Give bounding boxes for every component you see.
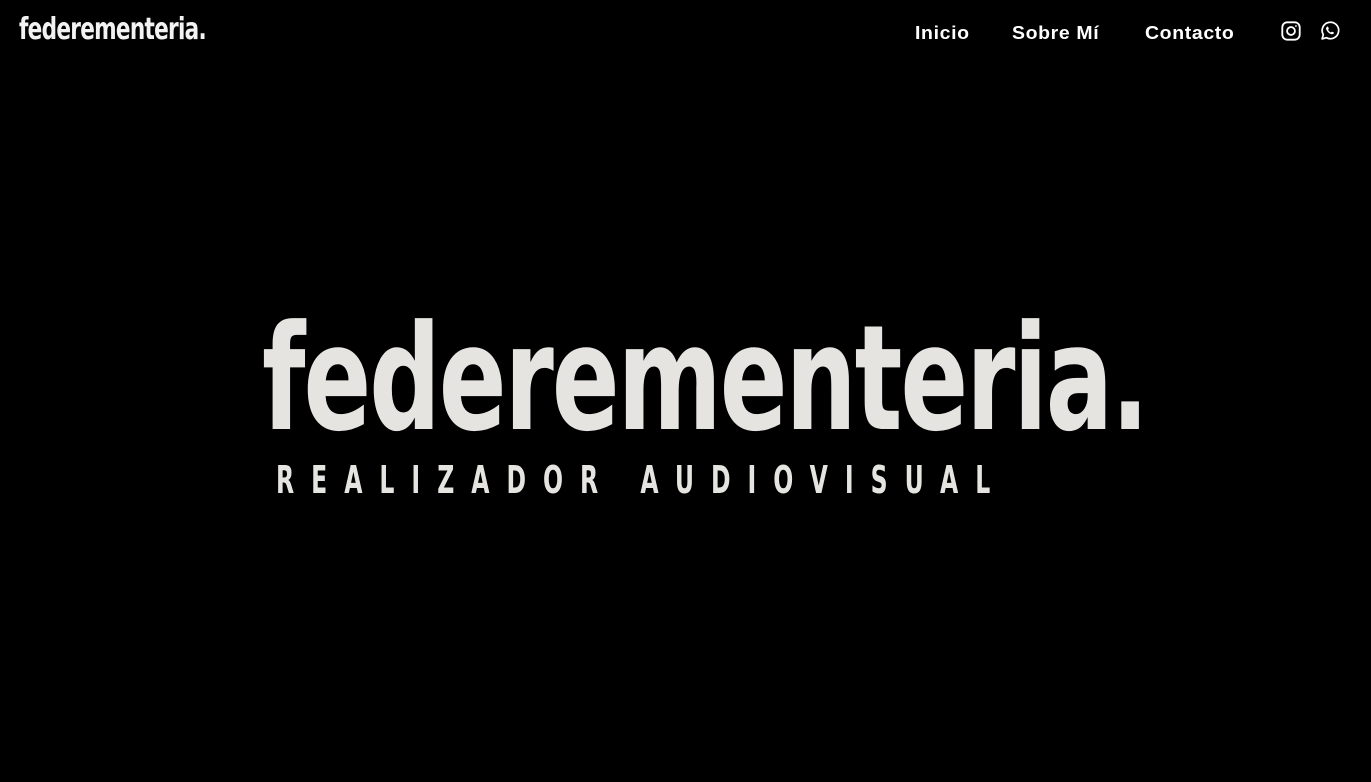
hero-section: federementeria. REALIZADOR AUDIOVISUAL (0, 300, 1371, 520)
hero-subtitle: REALIZADOR AUDIOVISUAL (276, 458, 1008, 502)
main-nav: Inicio Sobre Mí Contacto (0, 20, 1371, 46)
whatsapp-icon[interactable] (1319, 20, 1341, 42)
nav-link-sobre-mi[interactable]: Sobre Mí (1012, 20, 1099, 46)
nav-link-inicio[interactable]: Inicio (915, 20, 970, 46)
site-header: federementeria. Inicio Sobre Mí Contacto (0, 0, 1371, 64)
nav-link-contacto[interactable]: Contacto (1145, 20, 1234, 46)
instagram-icon[interactable] (1280, 20, 1302, 42)
hero-title: federementeria. (262, 294, 1149, 464)
